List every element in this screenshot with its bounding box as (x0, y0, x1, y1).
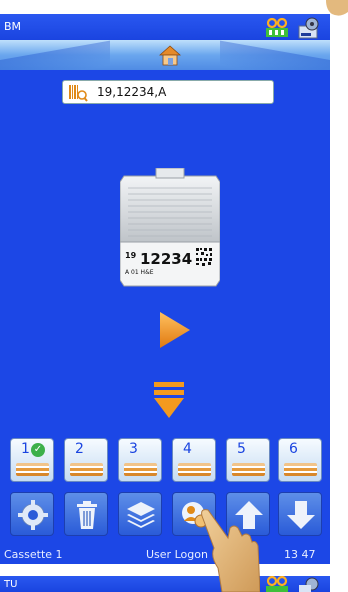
delete-button[interactable] (64, 492, 108, 536)
barcode-scan-icon (69, 85, 88, 102)
footer-status-bar: Cassette 1 User Logon 13 47 (0, 546, 330, 564)
cassette-label-big: 12234 (140, 250, 192, 268)
secondary-screen-status-bar: TU (0, 576, 330, 592)
arrow-down-icon (287, 501, 315, 529)
slot-number: 4 (183, 441, 192, 457)
slot-button-6[interactable]: 6 (278, 438, 322, 482)
navigation-bar (0, 40, 330, 70)
barcode-input[interactable]: 19,12234,A (62, 80, 274, 104)
slot-button-5[interactable]: 5 (226, 438, 270, 482)
printer-gear-icon[interactable] (296, 16, 322, 40)
slot-button-1[interactable]: 1 ✓ (10, 438, 54, 482)
layers-icon (127, 502, 155, 528)
slot-number: 3 (129, 441, 138, 457)
cassette-preview: 19 12234 A 01 H&E (120, 168, 220, 287)
slot-number: 5 (237, 441, 246, 457)
action-toolbar (0, 486, 330, 546)
printer-gear-icon (299, 577, 319, 592)
tray-icon (178, 463, 211, 476)
tray-icon (16, 463, 49, 476)
cassette-label-bottom: A 01 H&E (125, 269, 154, 276)
gear-icon (18, 500, 48, 530)
clock-time: 13 47 (284, 548, 316, 561)
layers-button[interactable] (118, 492, 162, 536)
status-bar: BM (0, 14, 330, 40)
scroll-down-button[interactable] (278, 492, 322, 536)
cassette-status: Cassette 1 (4, 548, 63, 561)
settings-button[interactable] (10, 492, 54, 536)
network-icon (266, 576, 288, 592)
tray-icon (124, 463, 157, 476)
print-play-icon[interactable] (158, 310, 192, 350)
barcode-value: 19,12234,A (97, 85, 167, 99)
slot-button-2[interactable]: 2 (64, 438, 108, 482)
tray-icon (70, 463, 103, 476)
slot-number: 1 (21, 441, 30, 457)
trash-icon (77, 501, 97, 529)
eject-down-icon[interactable] (152, 380, 186, 420)
tray-icon (232, 463, 265, 476)
tray-icon (284, 463, 317, 476)
network-icon (266, 18, 288, 37)
secondary-user-label: TU (4, 579, 18, 590)
device-screen: BM 19,12234,A 19 12234 A 01 H&E 1 ✓ 2 3 … (0, 14, 330, 564)
current-user-label: BM (4, 20, 22, 33)
slot-number: 2 (75, 441, 84, 457)
user-logon-status: User Logon (146, 548, 208, 561)
hand-pointer-icon (201, 509, 260, 592)
slot-button-4[interactable]: 4 (172, 438, 216, 482)
home-icon[interactable] (158, 43, 182, 67)
slot-button-3[interactable]: 3 (118, 438, 162, 482)
selected-check-icon: ✓ (31, 443, 45, 457)
slot-number: 6 (289, 441, 298, 457)
cassette-slot-selector: 1 ✓ 2 3 4 5 6 (0, 434, 330, 484)
cassette-label-num: 19 (125, 251, 137, 260)
